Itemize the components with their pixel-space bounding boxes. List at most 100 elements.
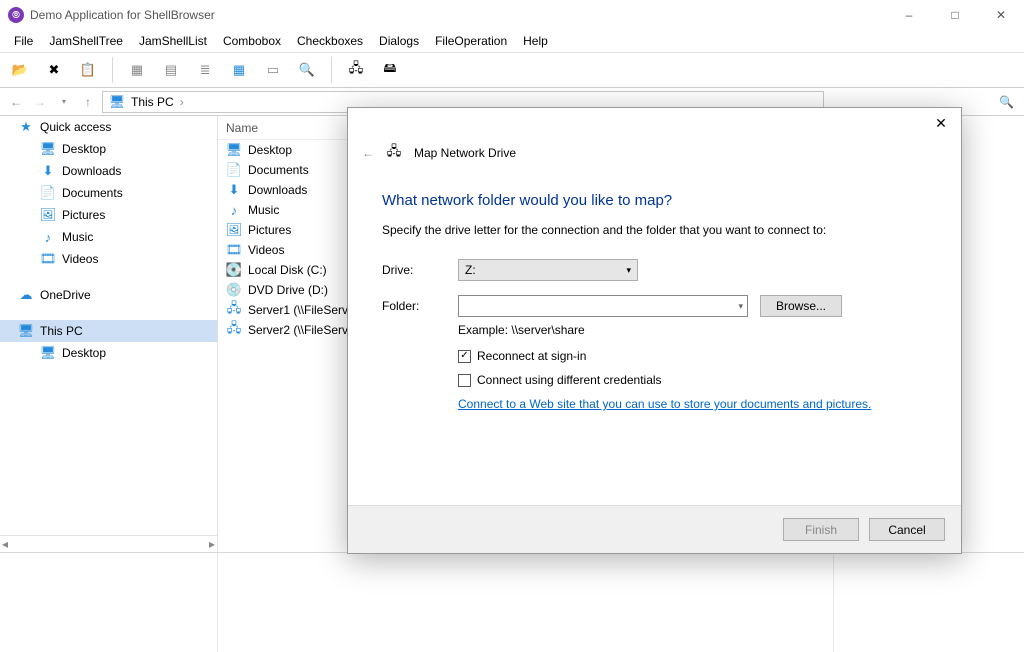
cloud-icon: ☁	[18, 287, 34, 303]
checkbox-checked-icon[interactable]: ✓	[458, 350, 471, 363]
tree-quick-access[interactable]: ★ Quick access	[0, 116, 217, 138]
menu-jamshelltree[interactable]: JamShellTree	[41, 32, 131, 50]
credentials-checkbox-row[interactable]: Connect using different credentials	[458, 373, 927, 387]
status-bar	[0, 552, 1024, 652]
doc-icon: 📄	[226, 162, 242, 178]
separator	[112, 57, 113, 83]
music-icon: ♪	[40, 229, 56, 245]
chevron-down-icon: ▾	[626, 265, 631, 276]
close-button[interactable]: ✕	[978, 0, 1024, 30]
tree-item-documents[interactable]: 📄Documents	[0, 182, 217, 204]
scroll-right-icon[interactable]: ▸	[209, 537, 215, 551]
menu-jamshelllist[interactable]: JamShellList	[131, 32, 215, 50]
desktop-icon: 🖥	[226, 142, 242, 158]
view-large-button[interactable]: ▦	[123, 56, 151, 84]
reconnect-label: Reconnect at sign-in	[477, 349, 586, 363]
document-icon: 📄	[40, 185, 56, 201]
checkbox-unchecked-icon[interactable]	[458, 374, 471, 387]
folder-label: Folder:	[382, 299, 458, 313]
tree-onedrive[interactable]: ☁ OneDrive	[0, 284, 217, 306]
download-icon: ⬇	[226, 182, 242, 198]
tree-item-pictures[interactable]: 🖼Pictures	[0, 204, 217, 226]
window-titlebar: ⦾ Demo Application for ShellBrowser – □ …	[0, 0, 1024, 30]
connect-website-link[interactable]: Connect to a Web site that you can use t…	[458, 397, 927, 411]
folder-input[interactable]: ▾	[458, 295, 748, 317]
dialog-heading: What network folder would you like to ma…	[382, 192, 927, 209]
music-icon: ♪	[226, 202, 242, 218]
list-item-label: Local Disk (C:)	[248, 263, 327, 277]
open-folder-button[interactable]: 📂	[6, 56, 34, 84]
recent-dropdown[interactable]: ▾	[54, 92, 74, 112]
list-item-label: Music	[248, 203, 279, 217]
tree-this-pc[interactable]: 🖥 This PC	[0, 320, 217, 342]
menu-dialogs[interactable]: Dialogs	[371, 32, 427, 50]
forward-button[interactable]: →	[30, 92, 50, 112]
tree-item-desktop[interactable]: 🖥Desktop	[0, 138, 217, 160]
menu-checkboxes[interactable]: Checkboxes	[289, 32, 371, 50]
chevron-right-icon: ›	[180, 95, 184, 109]
picture-icon: 🖼	[226, 222, 242, 238]
tree-item-desktop-pc[interactable]: 🖥Desktop	[0, 342, 217, 364]
picture-icon: 🖼	[40, 207, 56, 223]
tree-item-videos[interactable]: 🎞Videos	[0, 248, 217, 270]
reconnect-checkbox-row[interactable]: ✓ Reconnect at sign-in	[458, 349, 927, 363]
list-item-label: DVD Drive (D:)	[248, 283, 328, 297]
delete-button[interactable]: ✖	[40, 56, 68, 84]
status-pane-right	[834, 553, 1024, 652]
desktop-icon: 🖥	[40, 141, 56, 157]
up-button[interactable]: ↑	[78, 92, 98, 112]
menubar: File JamShellTree JamShellList Combobox …	[0, 30, 1024, 52]
drive-label: Drive:	[382, 263, 458, 277]
list-item-label: Videos	[248, 243, 284, 257]
maximize-button[interactable]: □	[932, 0, 978, 30]
scroll-left-icon[interactable]: ◂	[2, 537, 8, 551]
dialog-wizard-title: Map Network Drive	[414, 146, 516, 160]
dialog-close-button[interactable]: ✕	[921, 108, 961, 138]
status-pane-left	[0, 553, 218, 652]
tree-scrollbar[interactable]: ◂ ▸	[0, 535, 217, 552]
net-icon: 🖧	[226, 302, 242, 318]
menu-help[interactable]: Help	[515, 32, 556, 50]
app-icon: ⦾	[8, 7, 24, 23]
menu-file[interactable]: File	[6, 32, 41, 50]
video-icon: 🎞	[226, 242, 242, 258]
minimize-button[interactable]: –	[886, 0, 932, 30]
menu-fileoperation[interactable]: FileOperation	[427, 32, 515, 50]
view-small-button[interactable]: ▤	[157, 56, 185, 84]
net-icon: 🖧	[226, 322, 242, 338]
credentials-label: Connect using different credentials	[477, 373, 662, 387]
map-drive-button[interactable]: 🖧	[342, 56, 370, 84]
menu-combobox[interactable]: Combobox	[215, 32, 289, 50]
chevron-down-icon: ▾	[738, 301, 743, 312]
disconnect-drive-button[interactable]: 🖴	[376, 56, 404, 84]
back-arrow-icon[interactable]: ←	[362, 146, 374, 160]
tree-item-downloads[interactable]: ⬇Downloads	[0, 160, 217, 182]
pc-icon: 🖥	[109, 94, 125, 110]
desktop-icon: 🖥	[40, 345, 56, 361]
list-item-label: Server1 (\\FileServ	[248, 303, 348, 317]
finish-button: Finish	[783, 518, 859, 541]
folder-example: Example: \\server\share	[458, 323, 927, 337]
list-item-label: Desktop	[248, 143, 292, 157]
tree-panel: ★ Quick access 🖥Desktop ⬇Downloads 📄Docu…	[0, 116, 218, 552]
pc-icon: 🖥	[18, 323, 34, 339]
view-details-button[interactable]: ▦	[225, 56, 253, 84]
dialog-instruction: Specify the drive letter for the connect…	[382, 223, 927, 237]
cancel-button[interactable]: Cancel	[869, 518, 945, 541]
back-button[interactable]: ←	[6, 92, 26, 112]
tree-item-music[interactable]: ♪Music	[0, 226, 217, 248]
list-item-label: Documents	[248, 163, 309, 177]
view-tiles-button[interactable]: ▭	[259, 56, 287, 84]
drive-select[interactable]: Z: ▾	[458, 259, 638, 281]
star-icon: ★	[18, 119, 34, 135]
view-list-button[interactable]: ≣	[191, 56, 219, 84]
search-button[interactable]: 🔍	[293, 56, 321, 84]
properties-button[interactable]: 📋	[74, 56, 102, 84]
address-text: This PC	[131, 95, 174, 109]
window-title: Demo Application for ShellBrowser	[30, 8, 215, 22]
browse-button[interactable]: Browse...	[760, 295, 842, 317]
list-item-label: Pictures	[248, 223, 291, 237]
list-item-label: Server2 (\\FileServ	[248, 323, 348, 337]
tree-label: Quick access	[40, 120, 111, 134]
disk-icon: 💽	[226, 262, 242, 278]
